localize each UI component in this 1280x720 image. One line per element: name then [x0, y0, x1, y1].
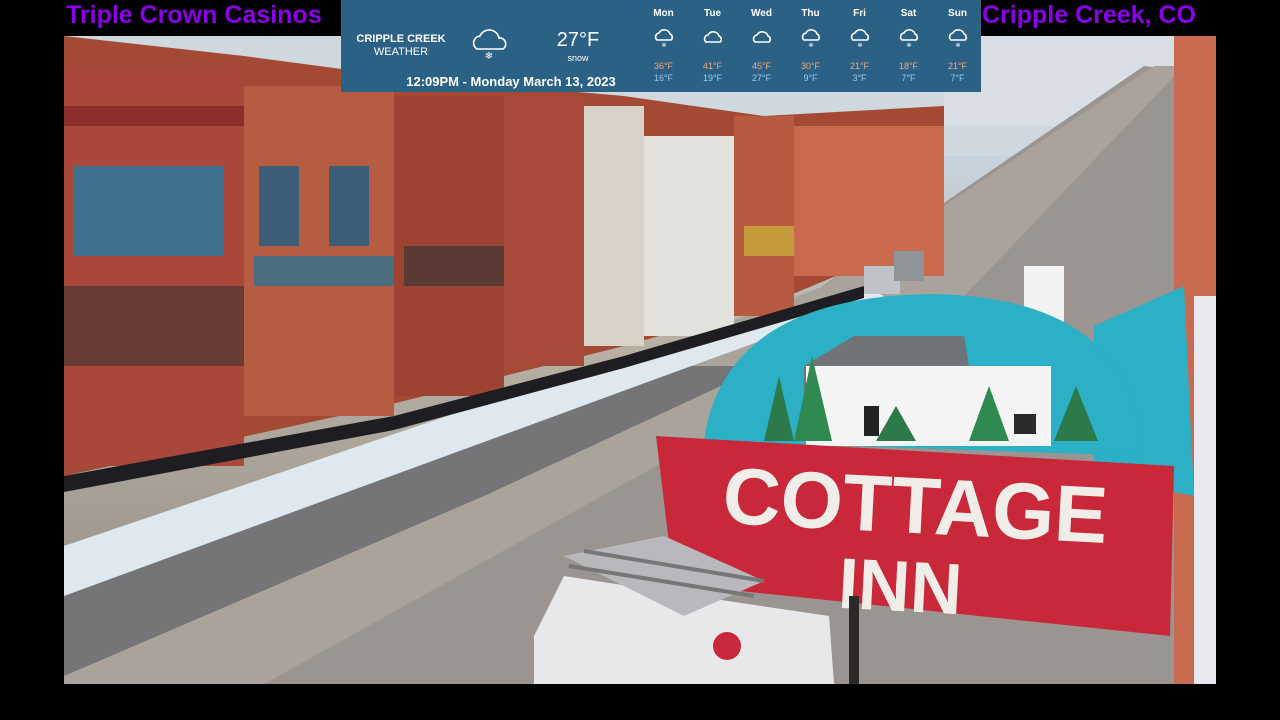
forecast-low: 7°F	[950, 73, 965, 83]
forecast-high: 36°F	[653, 61, 674, 71]
svg-text:❄: ❄	[485, 51, 493, 61]
weather-location: CRIPPLE CREEK WEATHER	[353, 33, 449, 59]
svg-text:❄: ❄	[955, 42, 960, 48]
forecast-day: Tue 41°F 19°F	[688, 0, 737, 92]
svg-text:❄: ❄	[808, 42, 813, 48]
forecast-high: 21°F	[849, 61, 870, 71]
forecast-day-name: Wed	[751, 8, 772, 19]
forecast-day-name: Sat	[900, 8, 917, 19]
forecast-day-name: Fri	[853, 8, 866, 19]
forecast-high: 41°F	[702, 61, 723, 71]
forecast-day-name: Thu	[801, 8, 820, 19]
forecast-day: Fri ❄ 21°F 3°F	[835, 0, 884, 92]
cloud-snow-icon: ❄	[850, 29, 870, 48]
forecast-day: Mon ❄ 36°F 16°F	[639, 0, 688, 92]
weather-forecast: Mon ❄ 36°F 16°F Tue 41°F 19°F Wed 45°F 2…	[639, 0, 981, 92]
forecast-day: Sat ❄ 18°F 7°F	[884, 0, 933, 92]
forecast-low: 3°F	[852, 73, 867, 83]
current-temperature: 27°F	[556, 29, 600, 51]
forecast-high: 30°F	[800, 61, 821, 71]
forecast-day: Sun ❄ 21°F 7°F	[933, 0, 982, 92]
svg-text:❄: ❄	[857, 42, 862, 48]
cloud-icon	[752, 31, 772, 43]
cloud-icon	[703, 31, 723, 43]
cloud-snow-icon: ❄	[948, 29, 968, 48]
cloud-snow-icon: ❄	[654, 29, 674, 48]
weather-location-line2: WEATHER	[373, 46, 429, 58]
forecast-day-name: Sun	[948, 8, 967, 19]
cloud-snow-icon: ❄	[472, 29, 507, 61]
forecast-high: 18°F	[898, 61, 919, 71]
current-condition: snow	[567, 53, 589, 63]
forecast-low: 27°F	[751, 73, 772, 83]
street-scene: COTTAGE INN	[64, 36, 1216, 684]
cloud-snow-icon: ❄	[899, 29, 919, 48]
forecast-low: 16°F	[653, 73, 674, 83]
forecast-low: 7°F	[901, 73, 916, 83]
caption-right: Cripple Creek, CO	[982, 1, 1196, 29]
forecast-high: 45°F	[751, 61, 772, 71]
forecast-day-name: Mon	[653, 8, 674, 19]
weather-location-line1: CRIPPLE CREEK	[356, 33, 446, 45]
caption-left: Triple Crown Casinos	[66, 1, 322, 29]
cloud-snow-icon: ❄	[801, 29, 821, 48]
forecast-day: Wed 45°F 27°F	[737, 0, 786, 92]
forecast-day: Thu ❄ 30°F 9°F	[786, 0, 835, 92]
forecast-high: 21°F	[947, 61, 968, 71]
weather-datetime: 12:09PM - Monday March 13, 2023	[406, 74, 616, 89]
weather-panel: CRIPPLE CREEK WEATHER ❄ 27°F snow 12:09P…	[341, 0, 981, 92]
svg-text:❄: ❄	[661, 42, 666, 48]
forecast-day-name: Tue	[703, 8, 722, 19]
webcam-view: COTTAGE INN	[64, 36, 1216, 684]
svg-text:❄: ❄	[906, 42, 911, 48]
forecast-low: 9°F	[803, 73, 818, 83]
forecast-low: 19°F	[702, 73, 723, 83]
